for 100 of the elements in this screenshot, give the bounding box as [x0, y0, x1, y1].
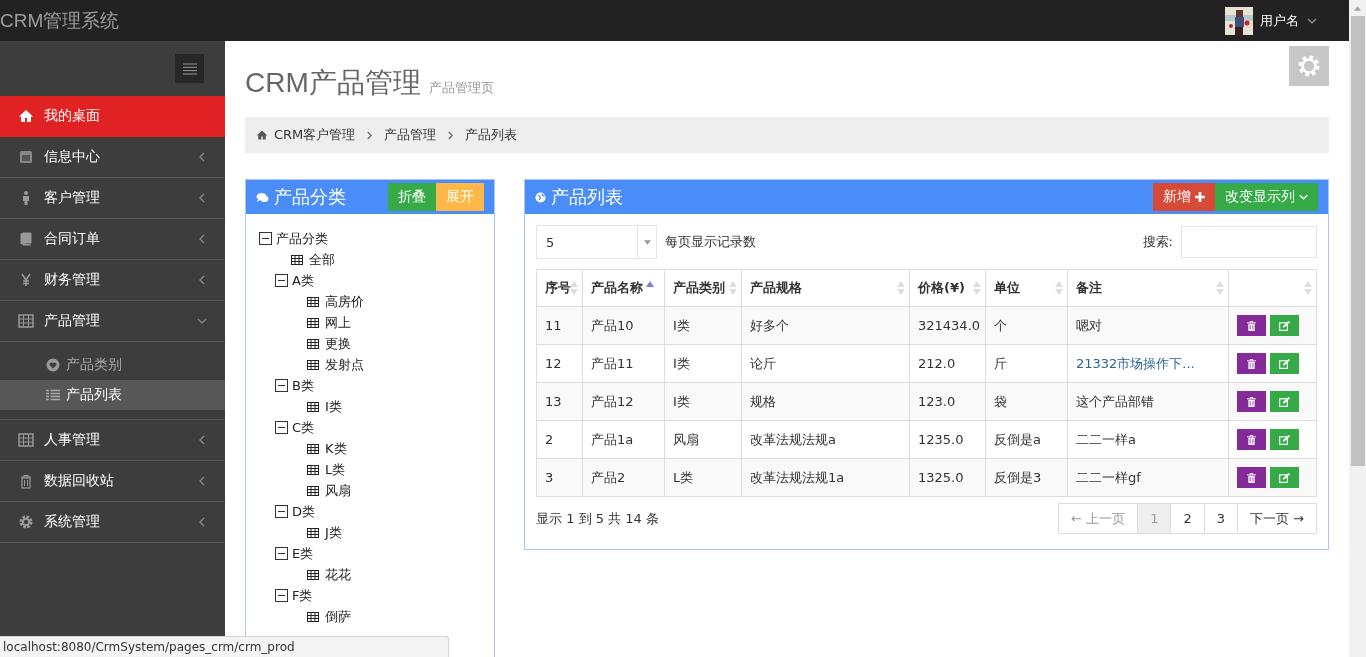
- collapse-icon[interactable]: [275, 274, 288, 287]
- chevron-left-icon: [197, 275, 207, 285]
- tree-node[interactable]: 倒萨: [325, 607, 351, 626]
- sidebar-subitem[interactable]: 产品列表: [0, 380, 225, 410]
- tree-node[interactable]: 花花: [325, 565, 351, 584]
- table-cell: 袋: [994, 393, 1007, 409]
- sidebar-item[interactable]: 产品管理: [0, 301, 225, 342]
- table-cell: 二二一样gf: [1076, 469, 1141, 485]
- delete-button[interactable]: [1237, 391, 1266, 412]
- menu-icon: [182, 62, 197, 75]
- tree-node[interactable]: A类: [292, 271, 314, 290]
- collapse-icon[interactable]: [259, 232, 272, 245]
- scrollbar[interactable]: [1349, 0, 1366, 657]
- edit-button[interactable]: [1270, 429, 1299, 450]
- table-cell: 改革法规法规1a: [750, 469, 845, 485]
- table-icon: [307, 485, 319, 496]
- edit-button[interactable]: [1270, 467, 1299, 488]
- tree-node[interactable]: 更换: [325, 334, 351, 353]
- edit-button[interactable]: [1270, 315, 1299, 336]
- table-icon: [307, 611, 319, 622]
- collapse-icon[interactable]: [275, 505, 288, 518]
- pagination-link[interactable]: 下一页 →: [1236, 504, 1316, 533]
- scrollbar-thumb[interactable]: [1350, 16, 1365, 466]
- delete-button[interactable]: [1237, 315, 1266, 336]
- column-header[interactable]: 备注: [1067, 269, 1229, 307]
- sidebar-item[interactable]: 我的桌面: [0, 96, 225, 137]
- tree-node[interactable]: I类: [325, 397, 342, 416]
- tree-node[interactable]: 高房价: [325, 292, 364, 311]
- trash-icon: [1247, 320, 1256, 331]
- delete-button[interactable]: [1237, 429, 1266, 450]
- tree-node[interactable]: E类: [292, 544, 314, 563]
- edit-icon: [1279, 396, 1290, 407]
- column-header[interactable]: 价格(¥): [909, 269, 986, 307]
- tree-node[interactable]: L类: [325, 460, 346, 479]
- table-cell: I类: [673, 393, 690, 409]
- table-cell: 改革法规法规a: [750, 431, 836, 447]
- tree-node[interactable]: 发射点: [325, 355, 364, 374]
- edit-icon: [1279, 434, 1290, 445]
- breadcrumb-link[interactable]: 产品管理: [384, 126, 437, 144]
- tree-node[interactable]: 网上: [325, 313, 351, 332]
- edit-button[interactable]: [1270, 391, 1299, 412]
- column-header[interactable]: 单位: [985, 269, 1068, 307]
- table-cell: 个: [994, 317, 1007, 333]
- column-header[interactable]: 序号: [536, 269, 583, 307]
- table-cell: 12: [545, 356, 562, 371]
- add-button[interactable]: 新增: [1153, 183, 1215, 211]
- column-header[interactable]: 产品名称: [582, 269, 665, 307]
- table-cell: 二二一样a: [1076, 431, 1136, 447]
- sidebar-subitem[interactable]: 产品类别: [0, 350, 225, 380]
- collapse-icon[interactable]: [275, 589, 288, 602]
- tree-node[interactable]: J类: [325, 523, 342, 542]
- list-icon: [46, 388, 60, 402]
- chevron-left-icon: [197, 435, 207, 445]
- delete-button[interactable]: [1237, 353, 1266, 374]
- table-cell: 风扇: [673, 431, 699, 447]
- chevron-down-icon: [1299, 194, 1308, 200]
- delete-button[interactable]: [1237, 467, 1266, 488]
- plus-icon: [1195, 192, 1205, 202]
- page-size-select[interactable]: 5: [536, 225, 657, 259]
- table-cell: 反倒是a: [994, 431, 1041, 447]
- table-cell: 嗯对: [1076, 317, 1102, 333]
- column-header[interactable]: 产品规格: [741, 269, 910, 307]
- tree-node[interactable]: F类: [292, 586, 313, 605]
- table-icon: [307, 527, 319, 538]
- sidebar-item[interactable]: 合同订单: [0, 219, 225, 260]
- search-field[interactable]: [1181, 226, 1317, 258]
- app-title: CRM管理系统: [0, 8, 120, 33]
- home-icon: [256, 129, 268, 141]
- trash-icon: [18, 473, 34, 489]
- edit-icon: [1279, 358, 1290, 369]
- table-cell: 212.0: [918, 356, 956, 371]
- tree-node[interactable]: C类: [292, 418, 315, 437]
- pagination-link[interactable]: 3: [1203, 504, 1237, 533]
- user-menu[interactable]: 用户名: [1256, 11, 1321, 30]
- table-icon: [307, 443, 319, 454]
- breadcrumb-link[interactable]: 产品列表: [465, 126, 518, 144]
- breadcrumb-link[interactable]: CRM客户管理: [274, 126, 356, 144]
- chat-bubbles-icon: [256, 191, 269, 203]
- sidebar-item[interactable]: 信息中心: [0, 137, 225, 178]
- chevron-left-icon: [197, 517, 207, 527]
- globe-icon: [535, 191, 546, 203]
- sidebar-item[interactable]: 人事管理: [0, 420, 225, 461]
- tree-node[interactable]: K类: [325, 439, 347, 458]
- column-header[interactable]: 产品类别: [664, 269, 742, 307]
- tree-node[interactable]: 产品分类: [276, 229, 328, 248]
- collapse-icon[interactable]: [275, 421, 288, 434]
- grid-icon: [18, 313, 34, 329]
- collapse-icon[interactable]: [275, 547, 288, 560]
- table-cell: 321434.0: [918, 318, 981, 333]
- pagination-link[interactable]: 2: [1170, 504, 1204, 533]
- menu-toggle-button[interactable]: [175, 54, 204, 83]
- tree-node[interactable]: 风扇: [325, 481, 351, 500]
- table-cell: I类: [673, 355, 690, 371]
- tree-node[interactable]: 全部: [309, 250, 335, 269]
- page-subtitle: 产品管理页: [428, 80, 494, 95]
- tree-node[interactable]: D类: [292, 502, 315, 521]
- collapse-icon[interactable]: [275, 379, 288, 392]
- tree-node[interactable]: B类: [292, 376, 314, 395]
- edit-button[interactable]: [1270, 353, 1299, 374]
- chevron-left-icon: [197, 193, 207, 203]
